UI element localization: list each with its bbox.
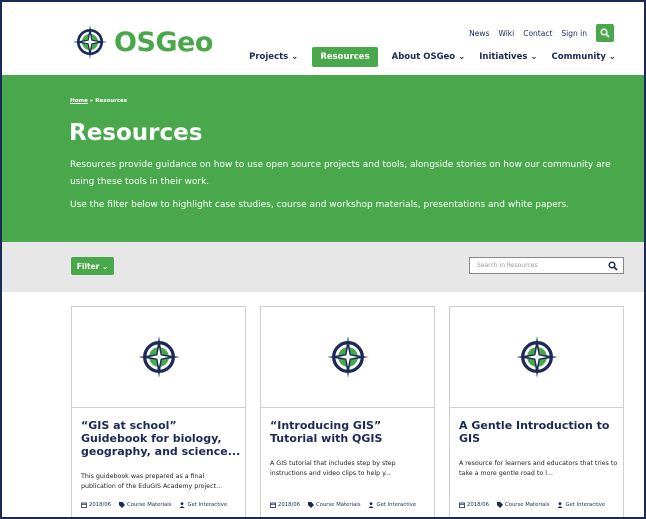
compass-logo-icon: [515, 336, 558, 378]
person-icon: [557, 502, 563, 508]
card-date: 2018/06: [270, 502, 300, 508]
search-icon[interactable]: [608, 261, 618, 271]
breadcrumb-home[interactable]: Home: [70, 98, 88, 104]
calendar-icon: [270, 502, 276, 508]
card-image: [450, 307, 623, 408]
utility-links: News Wiki Contact Sign in: [469, 24, 614, 42]
card-tag[interactable]: Course Materials: [308, 502, 360, 508]
search-placeholder: Search in Resources: [477, 262, 538, 269]
card-meta: 2018/06 Course Materials Get Interactive: [459, 502, 605, 508]
tag-icon: [308, 502, 315, 508]
card-tag[interactable]: Course Materials: [497, 502, 549, 508]
main-nav: Projects ⌄ Resources About OSGeo ⌄ Initi…: [249, 47, 616, 67]
breadcrumb-current: Resources: [95, 98, 128, 104]
card-date: 2018/06: [459, 502, 489, 508]
nav-projects[interactable]: Projects ⌄: [249, 48, 298, 66]
hero-filter-hint: Use the filter below to highlight case s…: [70, 200, 570, 210]
tag-icon: [119, 502, 126, 508]
compass-logo-icon: [137, 336, 180, 378]
card-date: 2018/06: [81, 502, 111, 508]
card-type[interactable]: Get Interactive: [557, 502, 605, 508]
compass-logo-icon: [72, 24, 108, 60]
header-search-button[interactable]: [596, 24, 614, 42]
card-type[interactable]: Get Interactive: [179, 502, 227, 508]
osgeo-logo[interactable]: OSGeo: [72, 24, 213, 60]
hero-banner: Home » Resources Resources Resources pro…: [2, 75, 644, 242]
filter-button[interactable]: Filter ⌄: [71, 257, 114, 275]
card-title[interactable]: “GIS at school” Guidebook for biology, g…: [81, 419, 241, 458]
page-title: Resources: [69, 120, 203, 146]
resource-card[interactable]: A Gentle Introduction to GIS A resource …: [449, 306, 624, 517]
nav-community[interactable]: Community ⌄: [552, 48, 617, 66]
card-meta: 2018/06 Course Materials Get Interactive: [270, 502, 416, 508]
person-icon: [368, 502, 374, 508]
contact-link[interactable]: Contact: [523, 29, 552, 38]
compass-logo-icon: [326, 336, 369, 378]
nav-resources[interactable]: Resources: [312, 47, 378, 67]
sign-in-link[interactable]: Sign in: [561, 29, 587, 38]
hero-intro: Resources provide guidance on how to use…: [70, 160, 611, 187]
logo-text: OSGeo: [114, 26, 213, 58]
person-icon: [179, 502, 185, 508]
card-image: [261, 307, 434, 408]
card-title[interactable]: “Introducing GIS” Tutorial with QGIS: [270, 419, 430, 445]
breadcrumb: Home » Resources: [70, 98, 127, 104]
card-description: A GIS tutorial that includes step by ste…: [270, 460, 396, 477]
page: OSGeo News Wiki Contact Sign in Projects…: [0, 0, 646, 519]
nav-about-osgeo[interactable]: About OSGeo ⌄: [392, 48, 466, 66]
resource-card[interactable]: “Introducing GIS” Tutorial with QGIS A G…: [260, 306, 435, 517]
card-description: A resource for learners and educators th…: [459, 460, 618, 477]
card-description: This guidebook was prepared as a final p…: [81, 473, 223, 490]
card-image: [72, 307, 245, 408]
card-meta: 2018/06 Course Materials Get Interactive: [81, 502, 227, 508]
card-tag[interactable]: Course Materials: [119, 502, 171, 508]
resource-card[interactable]: “GIS at school” Guidebook for biology, g…: [71, 306, 246, 517]
wiki-link[interactable]: Wiki: [498, 29, 514, 38]
tag-icon: [497, 502, 504, 508]
filter-bar: Filter ⌄ Search in Resources: [2, 242, 644, 292]
card-type[interactable]: Get Interactive: [368, 502, 416, 508]
calendar-icon: [459, 502, 465, 508]
search-icon: [600, 28, 610, 38]
calendar-icon: [81, 502, 87, 508]
site-header: OSGeo News Wiki Contact Sign in Projects…: [2, 2, 644, 75]
card-title[interactable]: A Gentle Introduction to GIS: [459, 419, 619, 445]
nav-initiatives[interactable]: Initiatives ⌄: [479, 48, 537, 66]
resources-search-input[interactable]: Search in Resources: [469, 257, 624, 274]
news-link[interactable]: News: [469, 29, 489, 38]
